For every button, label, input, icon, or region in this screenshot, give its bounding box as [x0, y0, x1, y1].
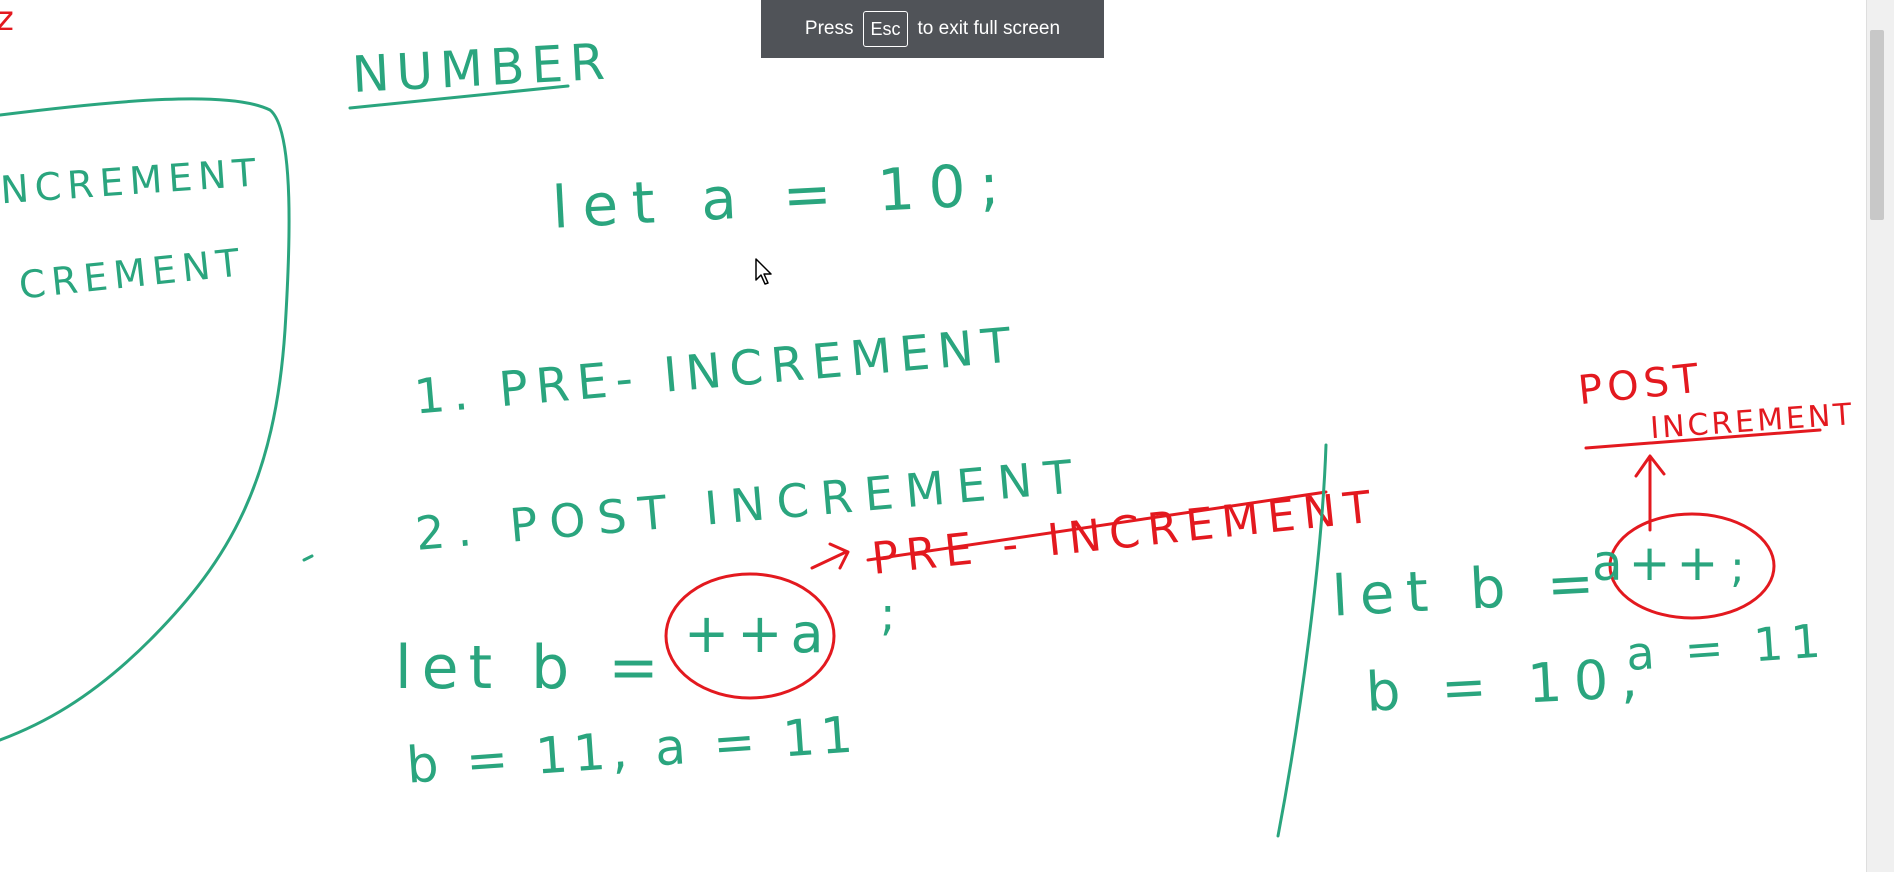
pre-statement-prefix: let b =: [395, 633, 669, 703]
post-statement-prefix: let b =: [1331, 550, 1608, 629]
list-item-pre: 1. PRE- INCREMENT: [412, 317, 1021, 426]
declaration-text: let a = 10;: [550, 150, 1014, 242]
left-edge-mark: z: [0, 0, 14, 39]
scrollbar-thumb[interactable]: [1870, 30, 1884, 220]
left-panel-line2: CREMENT: [17, 240, 248, 308]
fullscreen-notice-rest: to exit full screen: [917, 18, 1061, 39]
whiteboard-canvas: z NCREMENT CREMENT NUMBER let a = 10; 1.…: [0, 0, 1866, 872]
whiteboard-ink: z NCREMENT CREMENT NUMBER let a = 10; 1.…: [0, 0, 1856, 838]
pre-result: b = 11, a = 11: [405, 705, 861, 794]
vertical-scrollbar[interactable]: [1866, 0, 1894, 872]
post-result-b: b = 10,: [1364, 646, 1651, 724]
left-panel-line1: NCREMENT: [0, 150, 263, 212]
mouse-pointer-icon: [755, 258, 772, 285]
fullscreen-notice: Press Esc to exit full screen: [761, 0, 1104, 58]
post-result-a: a = 11: [1624, 613, 1830, 681]
post-semicolon: ;: [1730, 542, 1745, 593]
stray-mark: [302, 554, 314, 562]
pre-semicolon: ;: [880, 587, 896, 641]
post-label-line2: INCREMENT: [1649, 397, 1856, 446]
fullscreen-viewer: z NCREMENT CREMENT NUMBER let a = 10; 1.…: [0, 0, 1894, 872]
post-label-line1: POST: [1576, 355, 1706, 414]
pre-expression: ++a: [684, 602, 832, 665]
esc-key-badge: Esc: [863, 11, 908, 47]
fullscreen-notice-press: Press: [804, 18, 854, 39]
post-expression: a++: [1592, 534, 1724, 592]
